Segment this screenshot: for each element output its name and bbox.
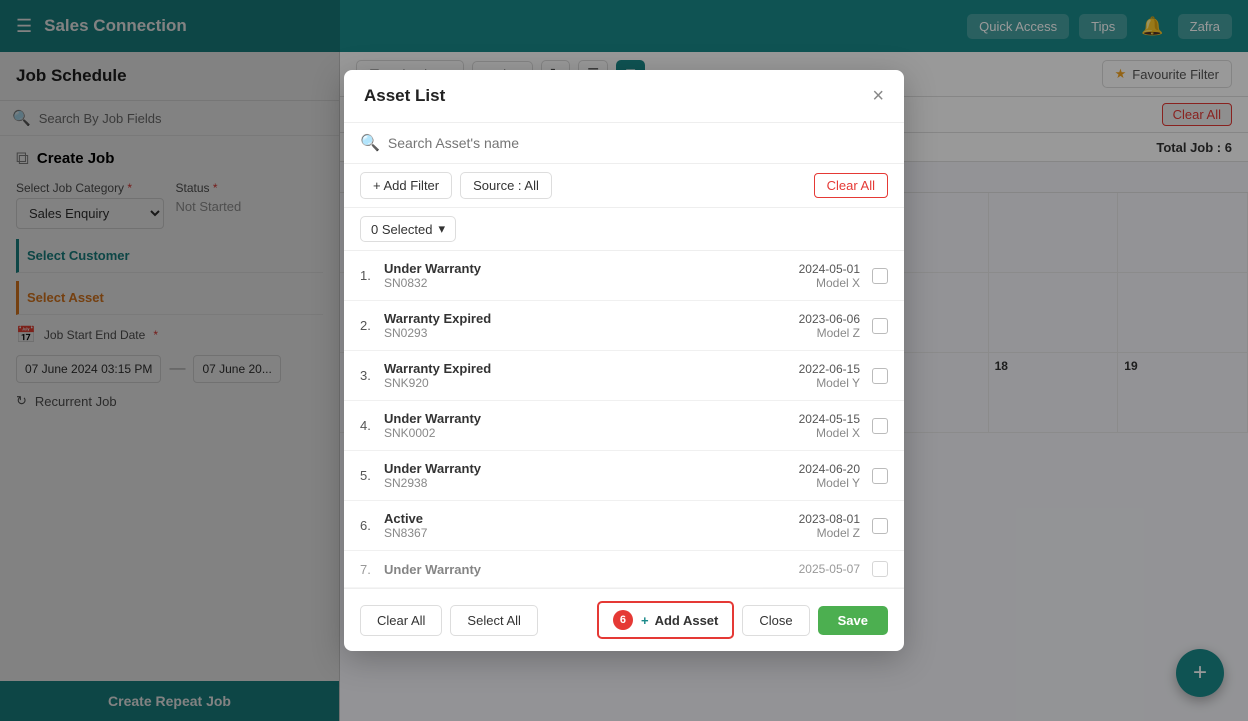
modal-clear-all-button[interactable]: Clear All [814, 173, 888, 198]
modal-filters: + Add Filter Source : All Clear All [344, 164, 904, 208]
asset-num-2: 2. [360, 318, 384, 333]
asset-model-3: Model Y [799, 376, 860, 390]
asset-meta-5: 2024-06-20 Model Y [799, 462, 860, 490]
asset-date-3: 2022-06-15 [799, 362, 860, 376]
modal-search-area: 🔍 [344, 123, 904, 164]
list-item: 3. Warranty Expired SNK920 2022-06-15 Mo… [344, 351, 904, 401]
asset-list-modal: Asset List × 🔍 + Add Filter Source : All… [344, 70, 904, 651]
modal-close-button[interactable]: × [872, 86, 884, 106]
asset-date-1: 2024-05-01 [799, 262, 860, 276]
selected-chevron-icon: ▾ [438, 221, 445, 237]
add-asset-button[interactable]: 6 + Add Asset [597, 601, 734, 639]
source-filter-button[interactable]: Source : All [460, 172, 552, 199]
modal-overlay: Asset List × 🔍 + Add Filter Source : All… [0, 0, 1248, 721]
asset-model-4: Model X [799, 426, 860, 440]
asset-info-5: Under Warranty SN2938 [384, 461, 799, 490]
asset-checkbox-6[interactable] [872, 518, 888, 534]
add-asset-label: Add Asset [655, 613, 719, 628]
asset-sn-1: SN0832 [384, 276, 799, 290]
asset-name-3: Warranty Expired [384, 361, 799, 376]
asset-meta-1: 2024-05-01 Model X [799, 262, 860, 290]
list-item: 6. Active SN8367 2023-08-01 Model Z [344, 501, 904, 551]
asset-model-2: Model Z [799, 326, 860, 340]
modal-close-footer-button[interactable]: Close [742, 605, 809, 636]
asset-name-7: Under Warranty [384, 562, 799, 577]
add-asset-plus-icon: + [641, 613, 649, 628]
modal-title: Asset List [364, 86, 445, 106]
asset-checkbox-4[interactable] [872, 418, 888, 434]
asset-sn-2: SN0293 [384, 326, 799, 340]
asset-name-1: Under Warranty [384, 261, 799, 276]
footer-clear-button[interactable]: Clear All [360, 605, 442, 636]
asset-sn-6: SN8367 [384, 526, 799, 540]
modal-search-icon: 🔍 [360, 133, 380, 153]
asset-meta-2: 2023-06-06 Model Z [799, 312, 860, 340]
selected-count-row: 0 Selected ▾ [344, 208, 904, 251]
asset-name-4: Under Warranty [384, 411, 799, 426]
asset-info-2: Warranty Expired SN0293 [384, 311, 799, 340]
asset-date-2: 2023-06-06 [799, 312, 860, 326]
list-item: 4. Under Warranty SNK0002 2024-05-15 Mod… [344, 401, 904, 451]
asset-date-6: 2023-08-01 [799, 512, 860, 526]
asset-model-6: Model Z [799, 526, 860, 540]
asset-num-7: 7. [360, 562, 384, 577]
asset-name-2: Warranty Expired [384, 311, 799, 326]
asset-num-5: 5. [360, 468, 384, 483]
footer-select-all-button[interactable]: Select All [450, 605, 537, 636]
selected-count-label: 0 Selected [371, 222, 432, 237]
asset-meta-3: 2022-06-15 Model Y [799, 362, 860, 390]
asset-name-6: Active [384, 511, 799, 526]
asset-checkbox-7[interactable] [872, 561, 888, 577]
asset-sn-5: SN2938 [384, 476, 799, 490]
asset-sn-4: SNK0002 [384, 426, 799, 440]
asset-date-4: 2024-05-15 [799, 412, 860, 426]
modal-header: Asset List × [344, 70, 904, 123]
asset-meta-4: 2024-05-15 Model X [799, 412, 860, 440]
asset-meta-7: 2025-05-07 [799, 562, 860, 576]
modal-footer: Clear All Select All 6 + Add Asset Close… [344, 588, 904, 651]
asset-num-6: 6. [360, 518, 384, 533]
asset-sn-3: SNK920 [384, 376, 799, 390]
list-item: 1. Under Warranty SN0832 2024-05-01 Mode… [344, 251, 904, 301]
asset-name-5: Under Warranty [384, 461, 799, 476]
asset-checkbox-1[interactable] [872, 268, 888, 284]
asset-info-1: Under Warranty SN0832 [384, 261, 799, 290]
asset-checkbox-5[interactable] [872, 468, 888, 484]
asset-model-5: Model Y [799, 476, 860, 490]
selected-count-button[interactable]: 0 Selected ▾ [360, 216, 456, 242]
list-item: 2. Warranty Expired SN0293 2023-06-06 Mo… [344, 301, 904, 351]
modal-asset-list: 1. Under Warranty SN0832 2024-05-01 Mode… [344, 251, 904, 588]
asset-info-6: Active SN8367 [384, 511, 799, 540]
asset-num-1: 1. [360, 268, 384, 283]
modal-save-button[interactable]: Save [818, 606, 888, 635]
asset-num-3: 3. [360, 368, 384, 383]
list-item: 7. Under Warranty 2025-05-07 [344, 551, 904, 588]
add-filter-button[interactable]: + Add Filter [360, 172, 452, 199]
asset-checkbox-3[interactable] [872, 368, 888, 384]
asset-info-4: Under Warranty SNK0002 [384, 411, 799, 440]
asset-info-7: Under Warranty [384, 562, 799, 577]
modal-search-input[interactable] [388, 135, 888, 151]
footer-left-buttons: Clear All Select All [360, 605, 538, 636]
list-item: 5. Under Warranty SN2938 2024-06-20 Mode… [344, 451, 904, 501]
asset-meta-6: 2023-08-01 Model Z [799, 512, 860, 540]
asset-date-7: 2025-05-07 [799, 562, 860, 576]
asset-date-5: 2024-06-20 [799, 462, 860, 476]
asset-info-3: Warranty Expired SNK920 [384, 361, 799, 390]
asset-num-4: 4. [360, 418, 384, 433]
asset-checkbox-2[interactable] [872, 318, 888, 334]
asset-model-1: Model X [799, 276, 860, 290]
add-asset-badge: 6 [613, 610, 633, 630]
